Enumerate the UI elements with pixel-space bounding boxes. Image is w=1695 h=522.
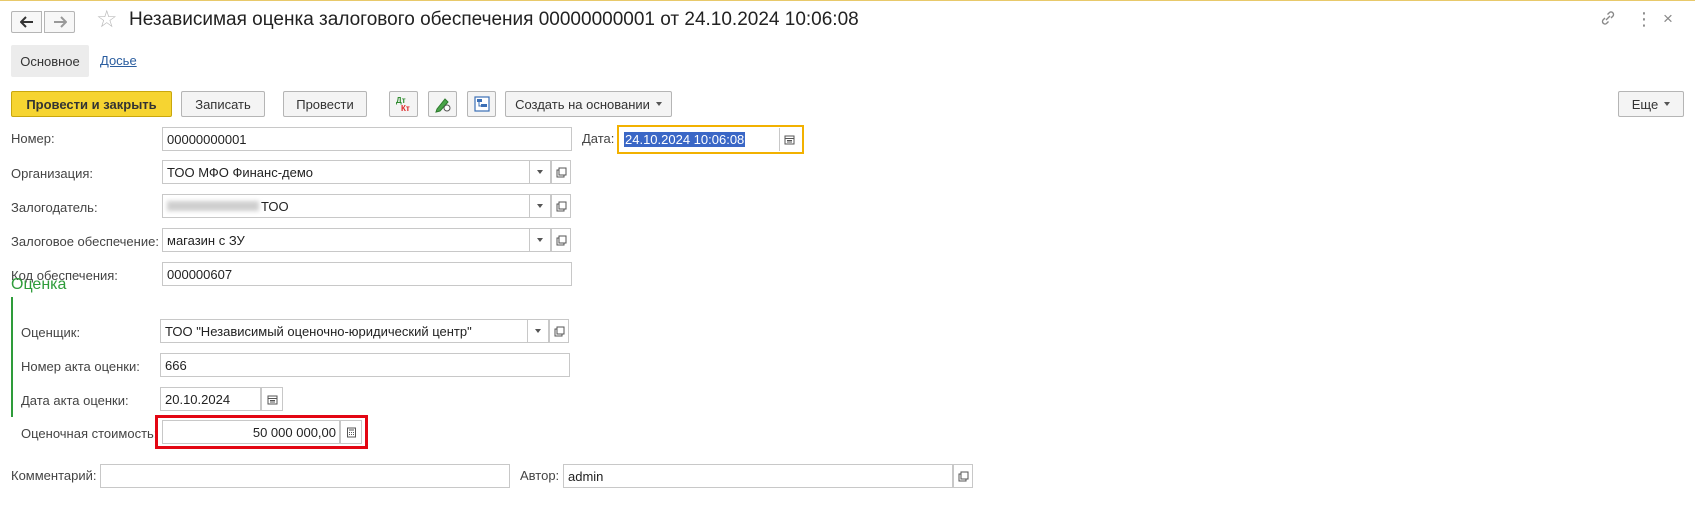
calculator-icon bbox=[346, 427, 356, 437]
open-icon bbox=[554, 326, 564, 336]
number-field[interactable]: 00000000001 bbox=[162, 127, 572, 151]
value-label: Оценочная стоимость: bbox=[21, 426, 158, 441]
comment-label: Комментарий: bbox=[11, 468, 97, 483]
pledgor-dropdown[interactable] bbox=[530, 194, 551, 218]
collateral-open-button[interactable] bbox=[551, 228, 571, 252]
date-label: Дата: bbox=[582, 131, 615, 146]
arrow-right-icon bbox=[53, 16, 67, 28]
save-button[interactable]: Записать bbox=[181, 91, 265, 117]
blurred-name bbox=[167, 201, 259, 211]
pledgor-open-button[interactable] bbox=[551, 194, 571, 218]
close-icon[interactable]: × bbox=[1663, 9, 1673, 29]
author-label: Автор: bbox=[520, 468, 560, 483]
code-field[interactable]: 000000607 bbox=[162, 262, 572, 286]
calendar-icon bbox=[267, 395, 277, 404]
arrow-left-icon bbox=[19, 16, 33, 28]
appraiser-field[interactable]: ТОО "Независимый оценочно-юридический це… bbox=[160, 319, 528, 343]
assessment-section-title: Оценка bbox=[11, 276, 67, 293]
organization-open-button[interactable] bbox=[551, 160, 571, 184]
structure-icon bbox=[473, 96, 490, 112]
more-button[interactable]: Еще bbox=[1618, 91, 1684, 117]
create-based-on-button[interactable]: Создать на основании bbox=[505, 91, 672, 117]
number-label: Номер: bbox=[11, 131, 55, 146]
more-label: Еще bbox=[1631, 96, 1659, 112]
svg-text:Кт: Кт bbox=[401, 104, 410, 113]
dt-kt-icon: Дт Кт bbox=[396, 96, 410, 113]
value-field[interactable]: 50 000 000,00 bbox=[162, 420, 340, 444]
open-icon bbox=[556, 167, 566, 177]
chevron-down-icon bbox=[655, 102, 662, 106]
post-and-close-button[interactable]: Провести и закрыть bbox=[11, 91, 172, 117]
date-field[interactable]: 24.10.2024 10:06:08 bbox=[620, 128, 781, 151]
post-button[interactable]: Провести bbox=[283, 91, 367, 117]
tab-main[interactable]: Основное bbox=[11, 45, 89, 77]
open-icon bbox=[556, 201, 566, 211]
collateral-field[interactable]: магазин с ЗУ bbox=[162, 228, 530, 252]
act-date-calendar-button[interactable] bbox=[261, 387, 283, 411]
chevron-down-icon bbox=[1664, 102, 1671, 106]
collateral-dropdown[interactable] bbox=[530, 228, 551, 252]
top-border bbox=[0, 0, 1695, 1]
act-date-label: Дата акта оценки: bbox=[21, 393, 129, 408]
appraiser-dropdown[interactable] bbox=[528, 319, 549, 343]
forward-button[interactable] bbox=[44, 11, 75, 33]
open-icon bbox=[958, 471, 968, 481]
calendar-icon bbox=[784, 135, 795, 145]
edit-button[interactable] bbox=[428, 91, 457, 117]
kebab-icon[interactable]: ⋮ bbox=[1635, 9, 1653, 30]
appraiser-open-button[interactable] bbox=[549, 319, 569, 343]
link-icon[interactable] bbox=[1600, 10, 1616, 31]
page-title: Независимая оценка залогового обеспечени… bbox=[129, 9, 859, 30]
back-button[interactable] bbox=[11, 11, 42, 33]
collateral-label: Залоговое обеспечение: bbox=[11, 234, 159, 249]
section-bar bbox=[11, 297, 13, 417]
calendar-button[interactable] bbox=[779, 128, 799, 151]
organization-field[interactable]: ТОО МФО Финанс-демо bbox=[162, 160, 530, 184]
chevron-down-icon bbox=[537, 170, 543, 174]
tab-dossier[interactable]: Досье bbox=[100, 53, 137, 68]
pledgor-label: Залогодатель: bbox=[11, 200, 98, 215]
act-number-field[interactable]: 666 bbox=[160, 353, 570, 377]
create-based-on-label: Создать на основании bbox=[515, 96, 650, 112]
pledgor-field[interactable]: ТОО bbox=[162, 194, 530, 218]
pledgor-value: ТОО bbox=[261, 198, 289, 214]
calculator-button[interactable] bbox=[340, 420, 362, 444]
date-value: 24.10.2024 10:06:08 bbox=[624, 132, 746, 147]
dt-kt-button[interactable]: Дт Кт bbox=[389, 91, 418, 117]
chevron-down-icon bbox=[535, 329, 541, 333]
author-field[interactable]: admin bbox=[563, 464, 953, 488]
chevron-down-icon bbox=[537, 238, 543, 242]
author-open-button[interactable] bbox=[953, 464, 973, 488]
open-icon bbox=[556, 235, 566, 245]
star-icon[interactable]: ☆ bbox=[96, 8, 118, 32]
comment-field[interactable] bbox=[100, 464, 510, 488]
act-number-label: Номер акта оценки: bbox=[21, 359, 140, 374]
structure-button[interactable] bbox=[467, 91, 496, 117]
appraiser-label: Оценщик: bbox=[21, 325, 81, 340]
chevron-down-icon bbox=[537, 204, 543, 208]
organization-dropdown[interactable] bbox=[530, 160, 551, 184]
organization-label: Организация: bbox=[11, 166, 94, 181]
act-date-field[interactable]: 20.10.2024 bbox=[160, 387, 261, 411]
edit-icon bbox=[434, 98, 450, 113]
